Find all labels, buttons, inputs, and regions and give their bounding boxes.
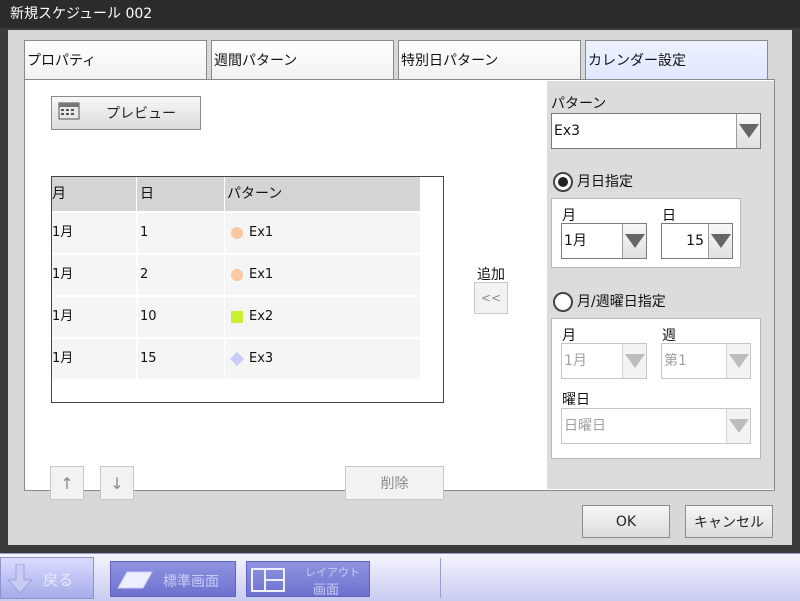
- date-month-value: 1月: [564, 233, 587, 249]
- weekday-week-label: 週: [662, 328, 676, 344]
- date-day-label: 日: [662, 208, 676, 224]
- cell-day: 2: [138, 255, 224, 295]
- weekday-mode-radio[interactable]: [553, 292, 573, 312]
- pattern-name: Ex1: [249, 267, 274, 282]
- standard-view-label: 標準画面: [163, 574, 219, 590]
- chevron-down-icon: [726, 409, 750, 443]
- cell-pattern: Ex3: [225, 339, 420, 379]
- header-month: 月: [52, 177, 137, 211]
- chevron-down-icon: [622, 344, 646, 378]
- date-day-value: 15: [686, 233, 704, 249]
- schedule-dialog: 新規スケジュール 002 プロパティ 週間パターン 特別日パターン カレンダー設…: [0, 0, 800, 551]
- weekday-dow-label: 曜日: [562, 392, 590, 408]
- header-pattern: パターン: [227, 186, 283, 202]
- circle-marker-icon: [231, 269, 243, 281]
- date-day-select[interactable]: 15: [661, 223, 733, 259]
- weekday-month-value: 1月: [564, 353, 587, 369]
- tab-label: 特別日パターン: [401, 53, 499, 69]
- calendar-icon: [58, 102, 80, 124]
- cell-day: 15: [138, 339, 224, 379]
- tab-label: カレンダー設定: [588, 53, 686, 69]
- cell-month: 1月: [52, 339, 136, 379]
- table-row[interactable]: 1月 15 Ex3: [52, 339, 420, 379]
- header-day: 日: [138, 177, 225, 211]
- circle-marker-icon: [231, 227, 243, 239]
- weekday-month-select[interactable]: 1月: [561, 343, 647, 379]
- date-mode-radio[interactable]: [553, 172, 573, 192]
- settings-pane: パターン Ex3 月日指定 月 日 1月 15 月/週曜日指定 月 週 1月 第…: [547, 81, 774, 489]
- standard-view-button[interactable]: 標準画面: [110, 561, 236, 597]
- chevron-down-icon: [736, 114, 760, 148]
- window-title: 新規スケジュール 002: [0, 0, 800, 28]
- layout-view-button[interactable]: レイアウト 画面: [246, 561, 370, 598]
- weekday-week-value: 第1: [664, 353, 687, 369]
- cell-day: 10: [138, 297, 224, 337]
- date-month-select[interactable]: 1月: [561, 223, 647, 259]
- taskbar-divider: [440, 558, 441, 598]
- diamond-marker-icon: [229, 351, 245, 367]
- chevron-down-icon: [726, 344, 750, 378]
- taskbar: 戻る 標準画面 レイアウト 画面: [0, 553, 800, 601]
- cell-month: 1月: [52, 213, 136, 253]
- pattern-select-value: Ex3: [554, 123, 581, 139]
- weekday-dow-select[interactable]: 日曜日: [561, 408, 751, 444]
- ok-button[interactable]: OK: [582, 505, 670, 538]
- preview-button-label: プレビュー: [106, 106, 176, 122]
- move-up-button[interactable]: ↑: [50, 466, 84, 500]
- calendar-settings-panel: プレビュー 月 日 パターン 1月 1 Ex1 1月 2 Ex1 1月 10 Ex2 1月 15 Ex…: [24, 79, 775, 500]
- pattern-name: Ex3: [249, 351, 274, 366]
- tab-calendar-settings[interactable]: カレンダー設定: [585, 40, 768, 82]
- cell-pattern: Ex1: [225, 255, 420, 295]
- delete-button[interactable]: 削除: [345, 466, 444, 500]
- chevron-down-icon: [708, 224, 732, 258]
- cell-pattern: Ex1: [225, 213, 420, 253]
- add-label: 追加: [477, 267, 505, 283]
- square-marker-icon: [231, 311, 243, 323]
- weekday-dow-value: 日曜日: [564, 418, 606, 434]
- pattern-label: パターン: [551, 96, 607, 112]
- weekday-month-label: 月: [562, 328, 576, 344]
- pattern-name: Ex2: [249, 309, 274, 324]
- layout-view-label-top: レイアウト: [305, 566, 360, 579]
- schedule-table: 月 日 パターン 1月 1 Ex1 1月 2 Ex1 1月 10 Ex2 1月 15 Ex3: [51, 176, 444, 403]
- back-button[interactable]: 戻る: [0, 557, 94, 599]
- weekday-mode-label: 月/週曜日指定: [577, 294, 666, 310]
- back-label: 戻る: [43, 571, 74, 589]
- cell-month: 1月: [52, 255, 136, 295]
- pattern-name: Ex1: [249, 225, 274, 240]
- cell-pattern: Ex2: [225, 297, 420, 337]
- cell-day: 1: [138, 213, 224, 253]
- tab-weekly-pattern[interactable]: 週間パターン: [211, 40, 394, 80]
- tab-special-day-pattern[interactable]: 特別日パターン: [398, 40, 581, 80]
- date-month-label: 月: [562, 208, 576, 224]
- dialog-client: プロパティ 週間パターン 特別日パターン カレンダー設定 プレビュー 月 日 パ…: [8, 30, 792, 545]
- table-row[interactable]: 1月 1 Ex1: [52, 213, 420, 253]
- cell-month: 1月: [52, 297, 136, 337]
- weekday-mode-group: 月 週 1月 第1 曜日 日曜日: [551, 318, 761, 459]
- chevron-down-icon: [622, 224, 646, 258]
- cancel-button[interactable]: キャンセル: [685, 505, 773, 538]
- preview-button[interactable]: プレビュー: [51, 96, 201, 130]
- table-header: 月 日 パターン: [52, 177, 420, 211]
- date-mode-label: 月日指定: [577, 174, 633, 190]
- weekday-week-select[interactable]: 第1: [661, 343, 751, 379]
- layout-view-label-bottom: 画面: [313, 583, 340, 598]
- arrow-down-icon: [6, 563, 34, 598]
- tab-label: プロパティ: [27, 53, 97, 69]
- tab-properties[interactable]: プロパティ: [24, 40, 207, 80]
- table-row[interactable]: 1月 10 Ex2: [52, 297, 420, 337]
- table-row[interactable]: 1月 2 Ex1: [52, 255, 420, 295]
- move-down-button[interactable]: ↓: [100, 466, 134, 500]
- date-mode-group: 月 日 1月 15: [551, 198, 741, 268]
- screen-icon: [117, 570, 153, 594]
- layout-icon: [251, 568, 285, 596]
- tab-label: 週間パターン: [214, 53, 298, 69]
- add-button[interactable]: <<: [474, 282, 508, 314]
- pattern-select[interactable]: Ex3: [551, 113, 761, 149]
